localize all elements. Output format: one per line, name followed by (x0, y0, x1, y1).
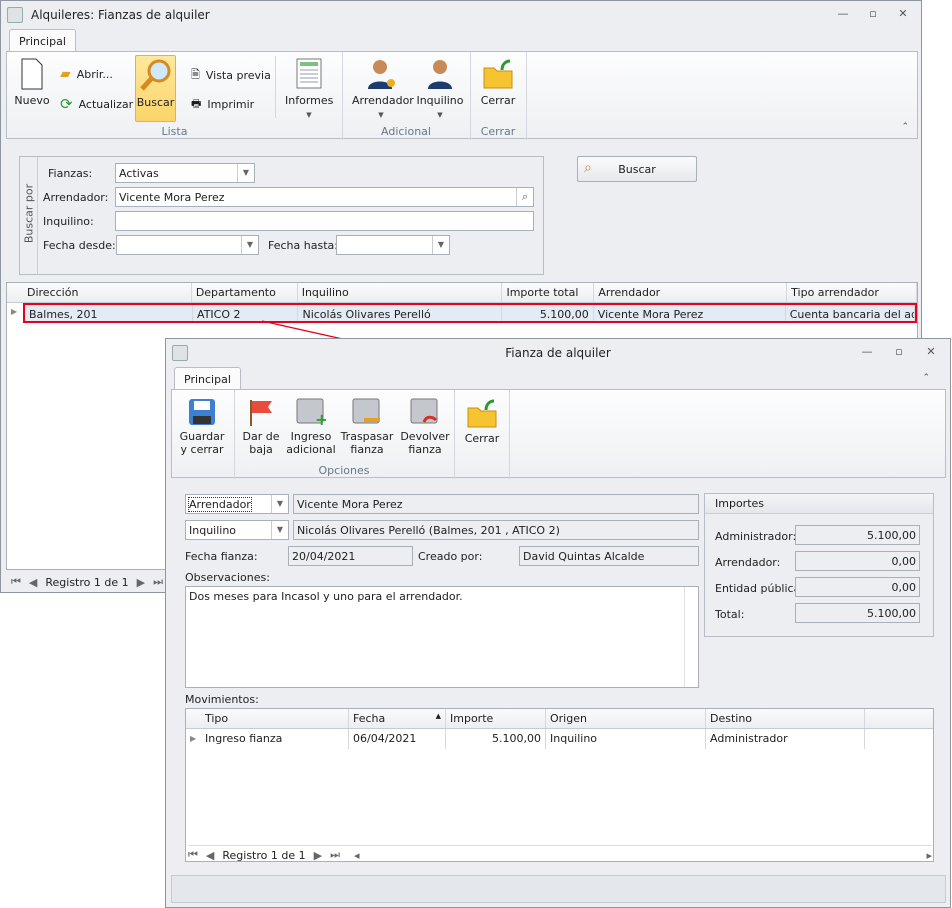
movimientos-label: Movimientos: (185, 693, 259, 706)
column-header[interactable]: Tipo (201, 709, 349, 728)
entidad-publica-field: 0,00 (795, 577, 920, 597)
collapse-ribbon-icon[interactable]: ⌃ (922, 373, 930, 383)
folder-exit-icon (467, 399, 497, 428)
ribbon: Guardar y cerrar Dar de baja + Ingreso adici… (171, 389, 946, 479)
devolver-fianza-button[interactable]: Devolver fianza (398, 398, 452, 456)
arrendador-importe-label: Arrendador: (715, 556, 781, 569)
scrollbar[interactable] (684, 587, 698, 687)
prev-record-icon: ◀ (205, 848, 215, 862)
total-label: Total: (715, 608, 745, 621)
importes-title: Importes (705, 494, 933, 514)
dar-de-baja-button[interactable]: Dar de baja (240, 398, 282, 456)
flag-icon (250, 400, 272, 426)
scroll-right-icon: ▸ (926, 848, 932, 862)
svg-text:+: + (315, 410, 326, 426)
column-header[interactable]: Origen (546, 709, 706, 728)
cerrar-button[interactable]: Cerrar (462, 398, 502, 445)
group-label-opciones: Opciones (318, 464, 370, 477)
safe-transfer-icon (352, 398, 380, 424)
detail-window: Fianza de alquiler — ▫ ✕ Principal ⌃ Gua… (165, 338, 951, 908)
safe-return-icon (410, 398, 438, 424)
observaciones-textarea[interactable]: Dos meses para Incasol y uno para el arr… (185, 586, 699, 688)
next-record-icon: ▶ (313, 848, 323, 862)
total-field: 5.100,00 (795, 603, 920, 623)
fecha-fianza-label: Fecha fianza: (185, 550, 258, 563)
record-navigator[interactable]: ⏮ ◀ Registro 1 de 1 ▶ ⏭ ◂ ▸ (188, 845, 932, 862)
observaciones-label: Observaciones: (185, 571, 270, 584)
column-header[interactable]: Fecha ▲ (349, 709, 446, 728)
arrendador-type-select[interactable]: Arrendador ▼ (185, 494, 289, 514)
guardar-button[interactable]: Guardar y cerrar (176, 398, 228, 456)
save-icon (189, 399, 215, 425)
last-record-icon: ⏭ (330, 848, 340, 861)
creado-por-label: Creado por: (418, 550, 483, 563)
movimientos-grid: Tipo Fecha ▲ Importe Origen Destino ▶ Ing… (185, 708, 934, 862)
entidad-publica-label: Entidad pública: (715, 582, 805, 595)
traspasar-fianza-button[interactable]: Traspasar fianza (340, 398, 394, 456)
tab-principal[interactable]: Principal (174, 367, 241, 390)
minimize-button[interactable]: — (859, 345, 875, 359)
window-title: Fianza de alquiler (505, 346, 611, 360)
table-row[interactable]: Ingreso fianza 06/04/2021 5.100,00 Inqui… (201, 729, 933, 749)
chevron-down-icon: ▼ (271, 521, 288, 539)
safe-add-icon: + (296, 398, 326, 426)
chevron-down-icon: ▼ (271, 495, 288, 513)
administrador-field: 5.100,00 (795, 525, 920, 545)
fecha-fianza-field: 20/04/2021 (288, 546, 413, 566)
column-header[interactable]: Destino (706, 709, 865, 728)
maximize-button[interactable]: ▫ (891, 345, 907, 359)
app-icon (172, 345, 188, 361)
scroll-left-icon: ◂ (354, 848, 360, 862)
arrendador-field: Vicente Mora Perez (293, 494, 699, 514)
inquilino-type-select[interactable]: Inquilino ▼ (185, 520, 289, 540)
column-header[interactable]: Importe (446, 709, 546, 728)
arrendador-importe-field: 0,00 (795, 551, 920, 571)
status-bar (171, 875, 946, 903)
grid-header: Tipo Fecha ▲ Importe Origen Destino (186, 709, 933, 729)
administrador-label: Administrador: (715, 530, 797, 543)
first-record-icon: ⏮ (188, 848, 198, 861)
ingreso-adicional-button[interactable]: + Ingreso adicional (286, 398, 336, 456)
sort-ascending-icon: ▲ (435, 712, 441, 720)
close-button[interactable]: ✕ (923, 345, 939, 359)
inquilino-field: Nicolás Olivares Perelló (Balmes, 201 , … (293, 520, 699, 540)
creado-por-field: David Quintas Alcalde (519, 546, 699, 566)
